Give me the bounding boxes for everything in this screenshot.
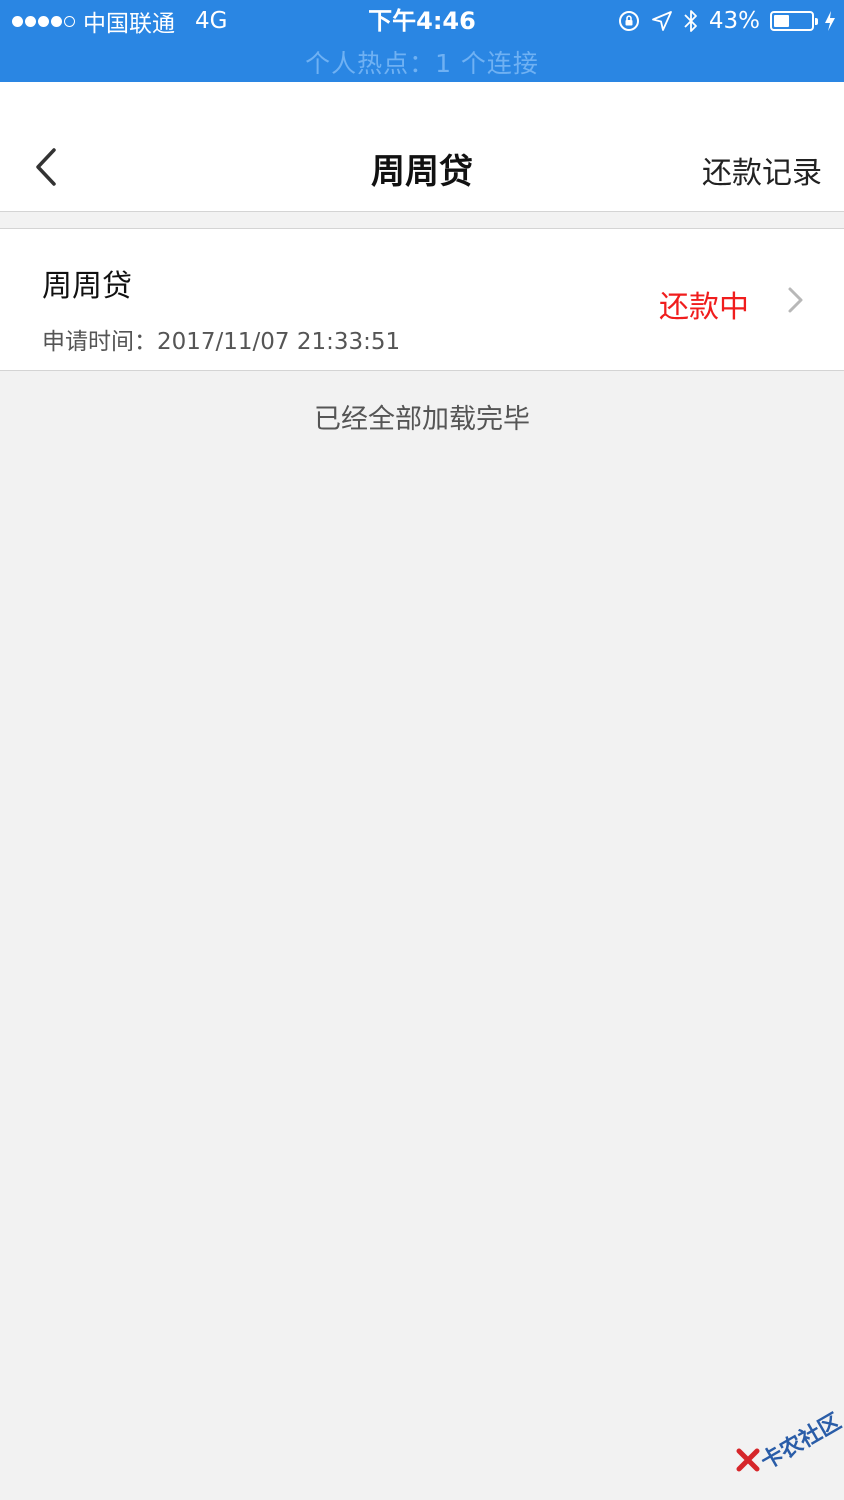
status-bar: 中国联通 4G 下午4:46 43% 个人热点：1 个连接 — [0, 0, 844, 82]
loan-list-item[interactable]: 周周贷 申请时间：2017/11/07 21:33:51 还款中 — [0, 228, 844, 371]
repayment-records-button[interactable]: 还款记录 — [702, 148, 822, 192]
hotspot-banner[interactable]: 个人热点：1 个连接 — [0, 44, 844, 80]
orientation-lock-icon — [618, 11, 639, 31]
watermark: 卡农社区 — [736, 1406, 844, 1476]
charging-bolt-icon — [825, 11, 835, 31]
loan-status-badge: 还款中 — [659, 290, 749, 325]
watermark-text: 卡农社区 — [756, 1409, 844, 1475]
loan-apply-time: 申请时间：2017/11/07 21:33:51 — [42, 329, 401, 355]
battery-icon — [770, 11, 818, 31]
list-end-message: 已经全部加载完毕 — [314, 404, 530, 435]
bluetooth-icon — [684, 10, 697, 32]
navigation-bar: 周周贷 还款记录 — [0, 82, 844, 212]
status-right: 43% — [617, 6, 836, 36]
battery-percent: 43% — [708, 8, 760, 34]
location-arrow-icon — [651, 11, 672, 31]
loan-title: 周周贷 — [42, 269, 132, 304]
battery-fill — [774, 15, 790, 27]
chevron-right-icon — [788, 287, 803, 313]
